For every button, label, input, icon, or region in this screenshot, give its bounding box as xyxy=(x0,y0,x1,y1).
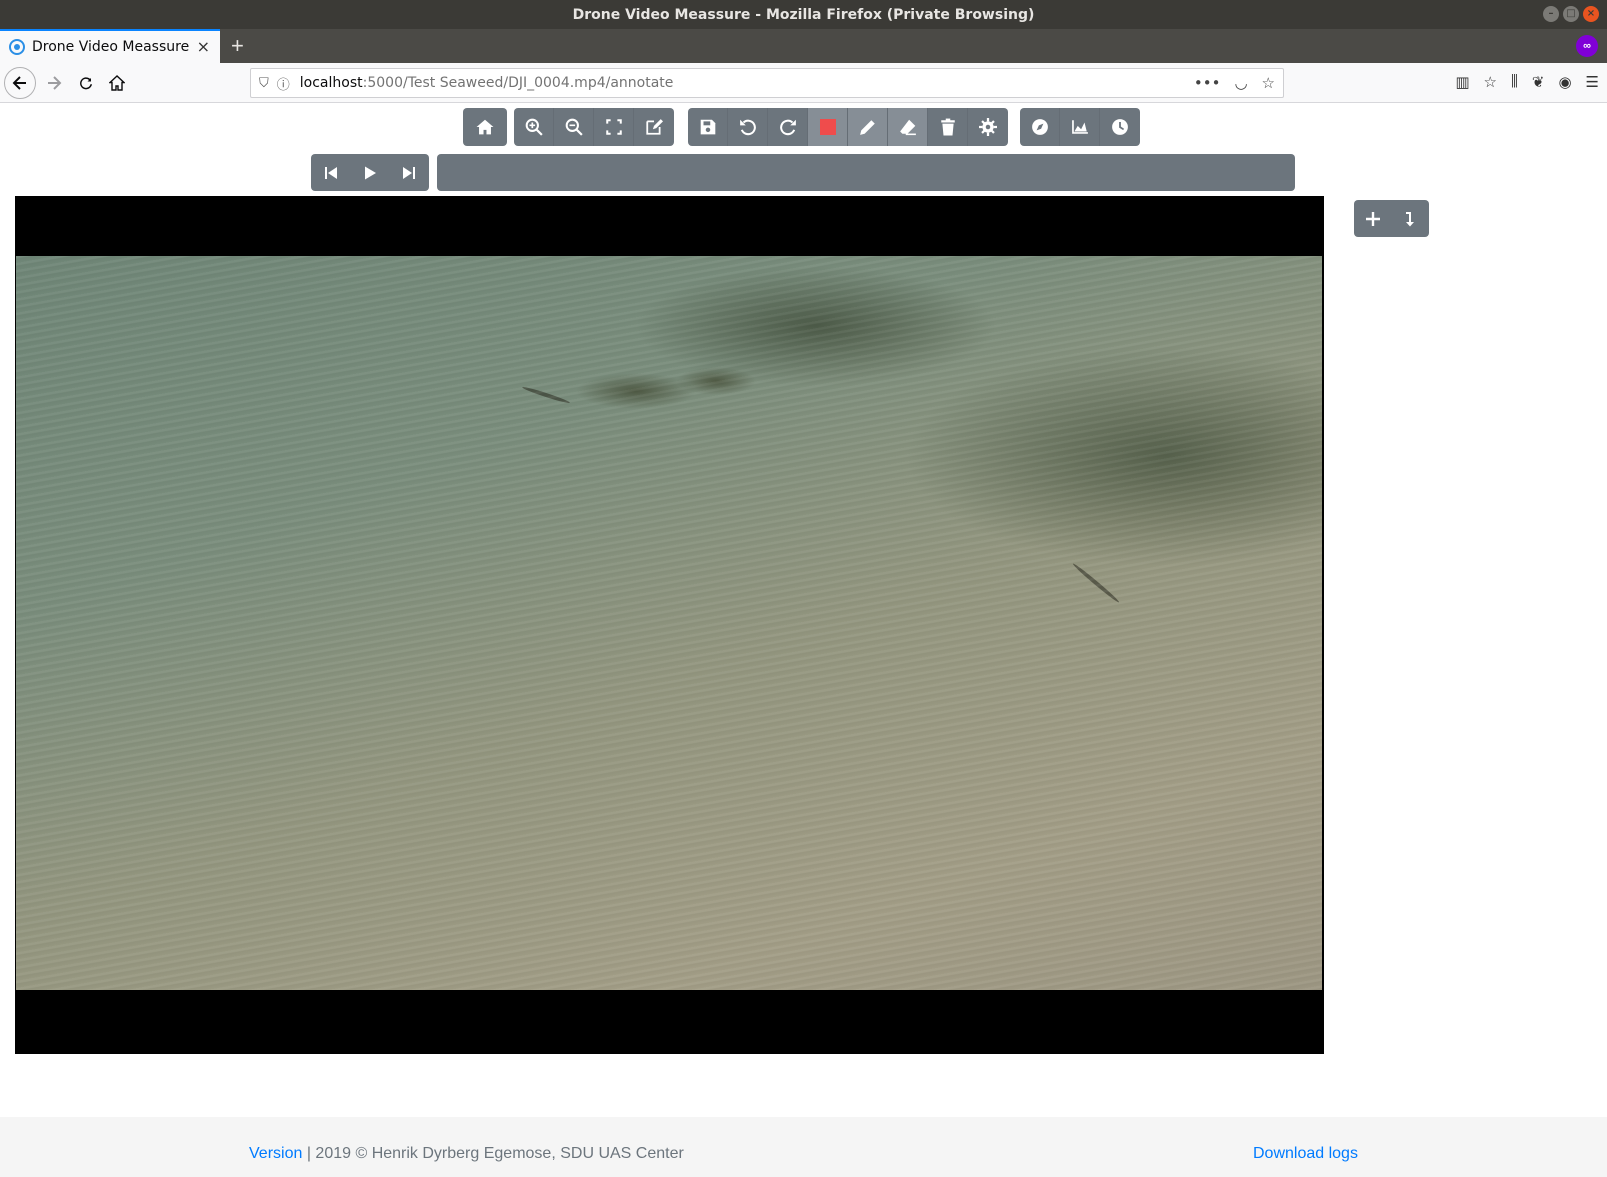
import-icon xyxy=(1405,211,1414,226)
bookmark-star-icon[interactable]: ☆ xyxy=(1262,74,1275,92)
add-button[interactable] xyxy=(1354,200,1391,237)
redo-icon xyxy=(779,119,796,136)
side-panel-controls xyxy=(1354,200,1429,237)
skip-back-button[interactable] xyxy=(312,154,350,191)
player-controls xyxy=(311,154,429,191)
eraser-icon xyxy=(899,119,916,136)
download-logs-link[interactable]: Download logs xyxy=(1253,1145,1358,1163)
color-swatch xyxy=(819,119,836,135)
arrow-left-icon xyxy=(12,76,26,90)
tab-bar: Drone Video Meassure × + ∞ xyxy=(0,29,1607,63)
zoom-in-button[interactable] xyxy=(514,108,554,146)
toolbar-group-analysis xyxy=(1020,108,1140,146)
play-icon xyxy=(364,166,376,179)
zoom-out-icon xyxy=(565,118,583,136)
zoom-out-button[interactable] xyxy=(554,108,594,146)
pencil-icon xyxy=(859,120,875,135)
video-canvas[interactable] xyxy=(15,196,1324,1054)
private-browsing-icon: ∞ xyxy=(1576,35,1598,57)
extension-icon[interactable]: ❦ xyxy=(1532,73,1545,91)
fit-screen-icon xyxy=(605,119,622,135)
window-titlebar: Drone Video Meassure - Mozilla Firefox (… xyxy=(0,0,1607,29)
reading-list-icon[interactable]: ☆ xyxy=(1484,73,1497,91)
shark-shape xyxy=(521,385,571,405)
compass-button[interactable] xyxy=(1020,108,1060,146)
info-icon[interactable]: ⓘ xyxy=(277,74,290,93)
home-icon xyxy=(476,119,494,135)
import-button[interactable] xyxy=(1391,200,1428,237)
tab-close-icon[interactable]: × xyxy=(197,37,210,56)
edit-icon xyxy=(646,119,663,135)
gear-icon xyxy=(979,118,997,136)
new-tab-icon[interactable]: + xyxy=(231,33,244,59)
account-icon[interactable]: ◉ xyxy=(1558,73,1571,91)
redo-button[interactable] xyxy=(768,108,808,146)
tab-title: Drone Video Meassure xyxy=(32,39,190,55)
clock-icon xyxy=(1112,119,1128,135)
undo-button[interactable] xyxy=(728,108,768,146)
play-button[interactable] xyxy=(351,154,389,191)
reload-button[interactable] xyxy=(70,67,102,99)
back-button[interactable] xyxy=(4,67,36,99)
skip-forward-icon xyxy=(403,166,416,179)
menu-icon[interactable]: ☰ xyxy=(1586,73,1599,91)
pocket-icon[interactable]: ◡ xyxy=(1234,74,1247,92)
settings-button[interactable] xyxy=(968,108,1008,146)
skip-forward-button[interactable] xyxy=(390,154,428,191)
save-icon xyxy=(700,119,715,135)
shield-icon[interactable]: ⛉ xyxy=(259,76,269,91)
eraser-button[interactable] xyxy=(888,108,928,146)
fit-screen-button[interactable] xyxy=(594,108,634,146)
chart-button[interactable] xyxy=(1060,108,1100,146)
url-host: localhost xyxy=(299,75,363,91)
undo-icon xyxy=(739,119,756,136)
maximize-icon[interactable]: □ xyxy=(1563,6,1579,22)
copyright-text: | 2019 © Henrik Dyrberg Egemose, SDU UAS… xyxy=(302,1145,684,1162)
chart-icon xyxy=(1071,120,1088,134)
close-window-icon[interactable]: × xyxy=(1583,6,1599,22)
browser-tab[interactable]: Drone Video Meassure × xyxy=(0,29,220,63)
navigation-bar: ⛉ ⓘ localhost:5000/Test Seaweed/DJI_0004… xyxy=(0,63,1607,103)
footer-copyright-line: Version | 2019 © Henrik Dyrberg Egemose,… xyxy=(249,1145,684,1163)
pencil-button[interactable] xyxy=(848,108,888,146)
sidebar-icon[interactable]: ▥ xyxy=(1455,73,1469,91)
url-bar[interactable]: ⛉ ⓘ localhost:5000/Test Seaweed/DJI_0004… xyxy=(250,68,1284,98)
color-picker-button[interactable] xyxy=(808,108,848,146)
library-icon[interactable]: ⫼ xyxy=(1511,73,1518,91)
minimize-icon[interactable]: – xyxy=(1543,6,1559,22)
favicon-icon xyxy=(9,39,25,55)
page-footer: Version | 2019 © Henrik Dyrberg Egemose,… xyxy=(0,1117,1607,1177)
trash-icon xyxy=(940,118,955,136)
home-tool-button[interactable] xyxy=(463,108,507,146)
plus-icon xyxy=(1365,211,1380,226)
home-icon xyxy=(109,75,125,91)
reload-icon xyxy=(80,77,92,90)
toolbar-group-draw xyxy=(688,108,1008,146)
window-controls: – □ × xyxy=(1543,6,1599,22)
compass-icon xyxy=(1031,119,1048,135)
zoom-in-icon xyxy=(525,118,543,136)
url-path: :5000/Test Seaweed/DJI_0004.mp4/annotate xyxy=(362,75,674,91)
window-title: Drone Video Meassure - Mozilla Firefox (… xyxy=(572,6,1035,23)
forward-button[interactable] xyxy=(38,67,70,99)
arrow-right-icon xyxy=(48,76,62,90)
skip-back-icon xyxy=(324,166,337,179)
save-button[interactable] xyxy=(688,108,728,146)
home-button[interactable] xyxy=(101,67,133,99)
edit-button[interactable] xyxy=(634,108,674,146)
page-actions-icon[interactable]: ••• xyxy=(1194,74,1221,92)
video-frame-image[interactable] xyxy=(16,256,1322,990)
clock-button[interactable] xyxy=(1100,108,1140,146)
delete-button[interactable] xyxy=(928,108,968,146)
shark-shape xyxy=(1071,562,1121,604)
toolbar-group-home xyxy=(463,108,507,146)
version-link[interactable]: Version xyxy=(249,1145,302,1162)
video-progress-bar[interactable] xyxy=(437,154,1295,191)
toolbar-group-view xyxy=(514,108,674,146)
